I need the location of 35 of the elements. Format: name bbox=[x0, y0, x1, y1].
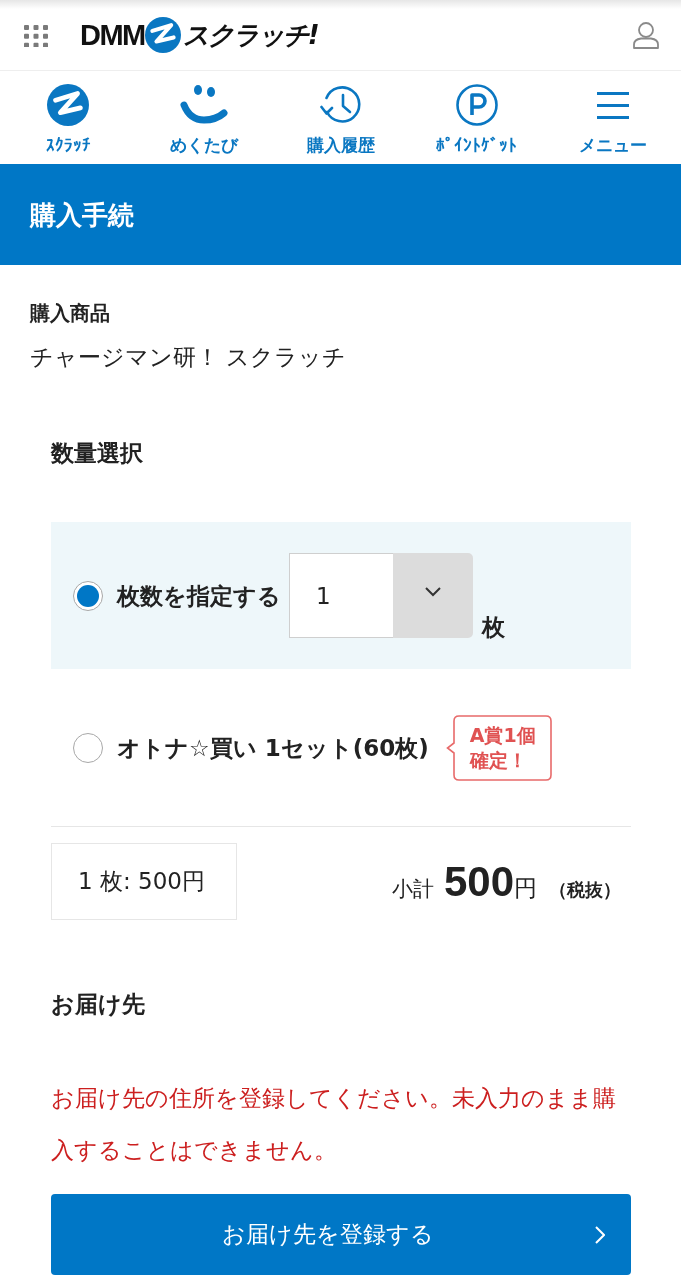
error-message: お届け先の住所を登録してください。未入力のまま購入することはできません。 bbox=[51, 1084, 617, 1165]
logo-brand[interactable]: DMM bbox=[80, 19, 145, 51]
logo-bolt-icon[interactable] bbox=[144, 17, 181, 53]
subtotal-label: 小計 bbox=[391, 875, 434, 903]
option-label[interactable]: オトナ☆買い 1セット(60枚) bbox=[117, 731, 429, 764]
history-icon[interactable] bbox=[319, 85, 362, 125]
currency-unit: 円 bbox=[514, 873, 537, 903]
prize-badge: A賞1個 確定！ bbox=[445, 714, 552, 781]
grid-menu-icon[interactable] bbox=[24, 25, 48, 47]
nav-item[interactable]: めくたび bbox=[170, 71, 239, 164]
nav-item[interactable]: ｽｸﾗｯﾁ bbox=[45, 71, 91, 164]
register-address-button[interactable]: お届け先を登録する bbox=[51, 1194, 631, 1275]
nav-item[interactable]: ﾎﾟｲﾝﾄｹﾞｯﾄ bbox=[436, 71, 518, 164]
menu-icon[interactable] bbox=[596, 91, 629, 119]
bolt-circle-icon[interactable] bbox=[47, 84, 90, 126]
nav-item[interactable]: メニュー bbox=[578, 71, 647, 164]
parking-icon[interactable] bbox=[455, 84, 498, 126]
chevron-right-icon[interactable] bbox=[595, 1225, 605, 1244]
subtotal-amount: 500 bbox=[443, 857, 514, 906]
tax-note: （税抜） bbox=[549, 877, 621, 902]
logo-name[interactable]: スクラッチ! bbox=[182, 19, 318, 51]
smile-icon[interactable] bbox=[180, 84, 229, 126]
radio-button[interactable] bbox=[73, 732, 103, 763]
chevron-down-icon[interactable] bbox=[425, 587, 441, 597]
unit-label: 枚 bbox=[482, 613, 505, 642]
product-name: チャージマン研！ スクラッチ bbox=[30, 343, 348, 372]
unit-price: 1 枚: 500円 bbox=[51, 843, 237, 920]
option-label[interactable]: 枚数を指定する bbox=[117, 579, 281, 612]
radio-button[interactable] bbox=[73, 580, 103, 611]
product-label: 購入商品 bbox=[30, 300, 111, 327]
section-heading: 数量選択 bbox=[51, 439, 144, 468]
user-icon[interactable] bbox=[633, 21, 659, 49]
nav-item[interactable]: 購入履歴 bbox=[306, 71, 375, 164]
page-title: 購入手続 bbox=[30, 198, 134, 232]
section-heading: お届け先 bbox=[51, 990, 146, 1019]
